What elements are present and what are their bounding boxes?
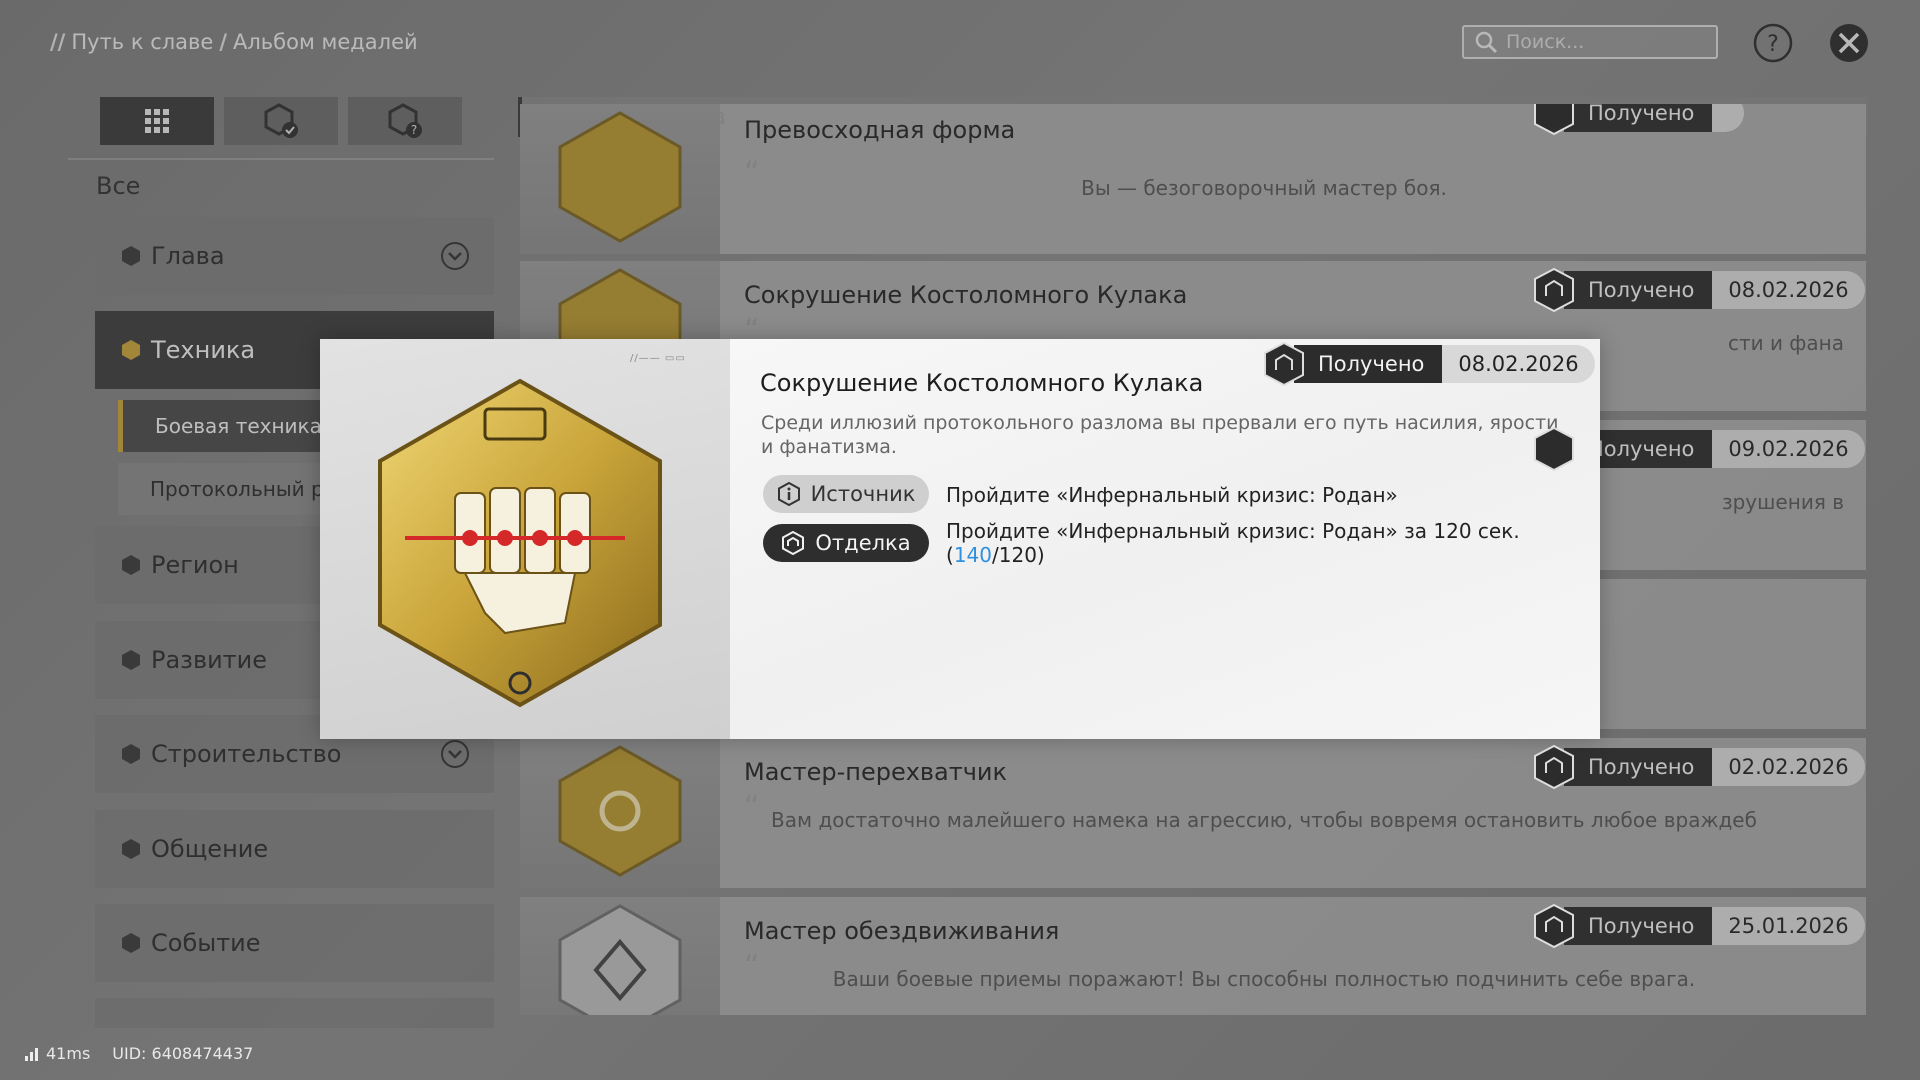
modal-description: Среди иллюзий протокольного разлома вы п… [761,412,1559,458]
finish-requirement-text: Пройдите «Инфернальный кризис: Родан» за… [946,519,1520,543]
medal-status-icon [1534,426,1574,472]
progress-total: /120) [992,543,1045,567]
status-badge: Получено 08.02.2026 [1260,341,1595,387]
medal-status-icon [1534,104,1574,136]
source-requirement: Пройдите «Инфернальный кризис: Родан» [946,483,1398,507]
info-icon [777,482,800,506]
status-label: Получено [1294,345,1443,383]
finish-progress: (140/120) [946,543,1520,567]
medal-detail-modal: //—— ▭▭ Сокрушение Костоломного Кулака П… [320,339,1600,739]
progress-open: ( [946,543,954,567]
medal-status-icon [1534,267,1574,313]
source-button[interactable]: Источник [763,475,929,513]
status-date: 08.02.2026 [1442,345,1595,383]
source-label: Источник [810,482,916,506]
finish-requirement: Пройдите «Инфернальный кризис: Родан» за… [946,519,1520,567]
medal-status-icon [1534,744,1574,790]
modal-title: Сокрушение Костоломного Кулака [760,369,1204,397]
fist-medal-icon [378,378,662,708]
footer: 41ms UID: 6408474437 [24,1044,253,1063]
progress-current: 140 [953,543,992,567]
decorative-code: //—— ▭▭ [630,353,686,364]
medal-status-icon [1264,341,1304,387]
medal-status-icon [1534,903,1574,949]
finish-button[interactable]: Отделка [763,524,929,562]
finish-medal-icon [782,531,805,555]
uid-label: UID: 6408474437 [112,1044,254,1063]
finish-label: Отделка [815,531,911,555]
medal-detail-image-pane: //—— ▭▭ [320,339,730,739]
signal-icon [25,1047,38,1061]
ping-value: 41ms [46,1044,91,1063]
